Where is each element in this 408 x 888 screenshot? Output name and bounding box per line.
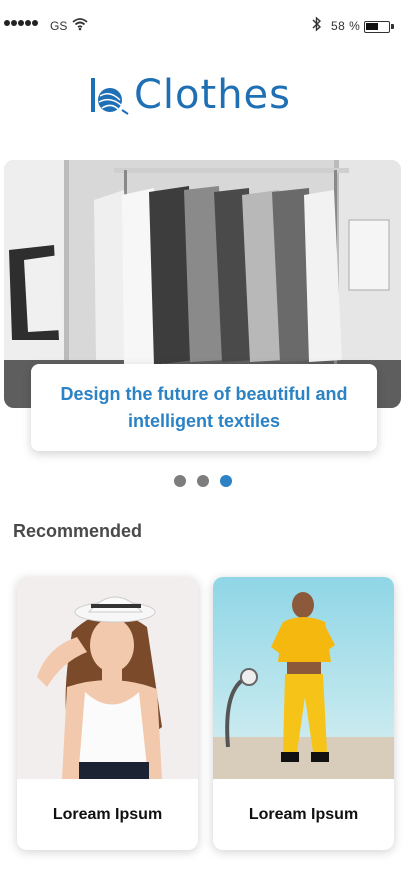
product-image [17, 577, 198, 779]
signal-dots-icon [4, 20, 38, 26]
carousel-dot[interactable] [174, 475, 186, 487]
bluetooth-icon [312, 16, 322, 32]
brand-name-text: Clothes [134, 72, 291, 118]
brand-logo: Clothes [88, 70, 308, 124]
hero-caption-card: Design the future of beautiful and intel… [31, 364, 377, 451]
wifi-icon [72, 18, 88, 31]
carousel-dot[interactable] [197, 475, 209, 487]
carrier-name: GS [50, 19, 68, 33]
product-card[interactable]: Loream Ipsum [17, 577, 198, 850]
hero-caption-text: Design the future of beautiful and intel… [60, 383, 348, 431]
carousel-dot-active[interactable] [220, 475, 232, 487]
carousel-indicator [174, 475, 232, 487]
product-name: Loream Ipsum [52, 805, 163, 823]
battery-percent: 58 % [331, 19, 361, 33]
status-bar: GS 58 % [0, 0, 408, 50]
battery-icon [364, 21, 390, 33]
product-name: Loream Ipsum [248, 805, 359, 823]
product-card[interactable]: Loream Ipsum [213, 577, 394, 850]
product-image [213, 577, 394, 779]
section-title-recommended: Recommended [13, 521, 143, 541]
battery-tip [391, 24, 394, 29]
